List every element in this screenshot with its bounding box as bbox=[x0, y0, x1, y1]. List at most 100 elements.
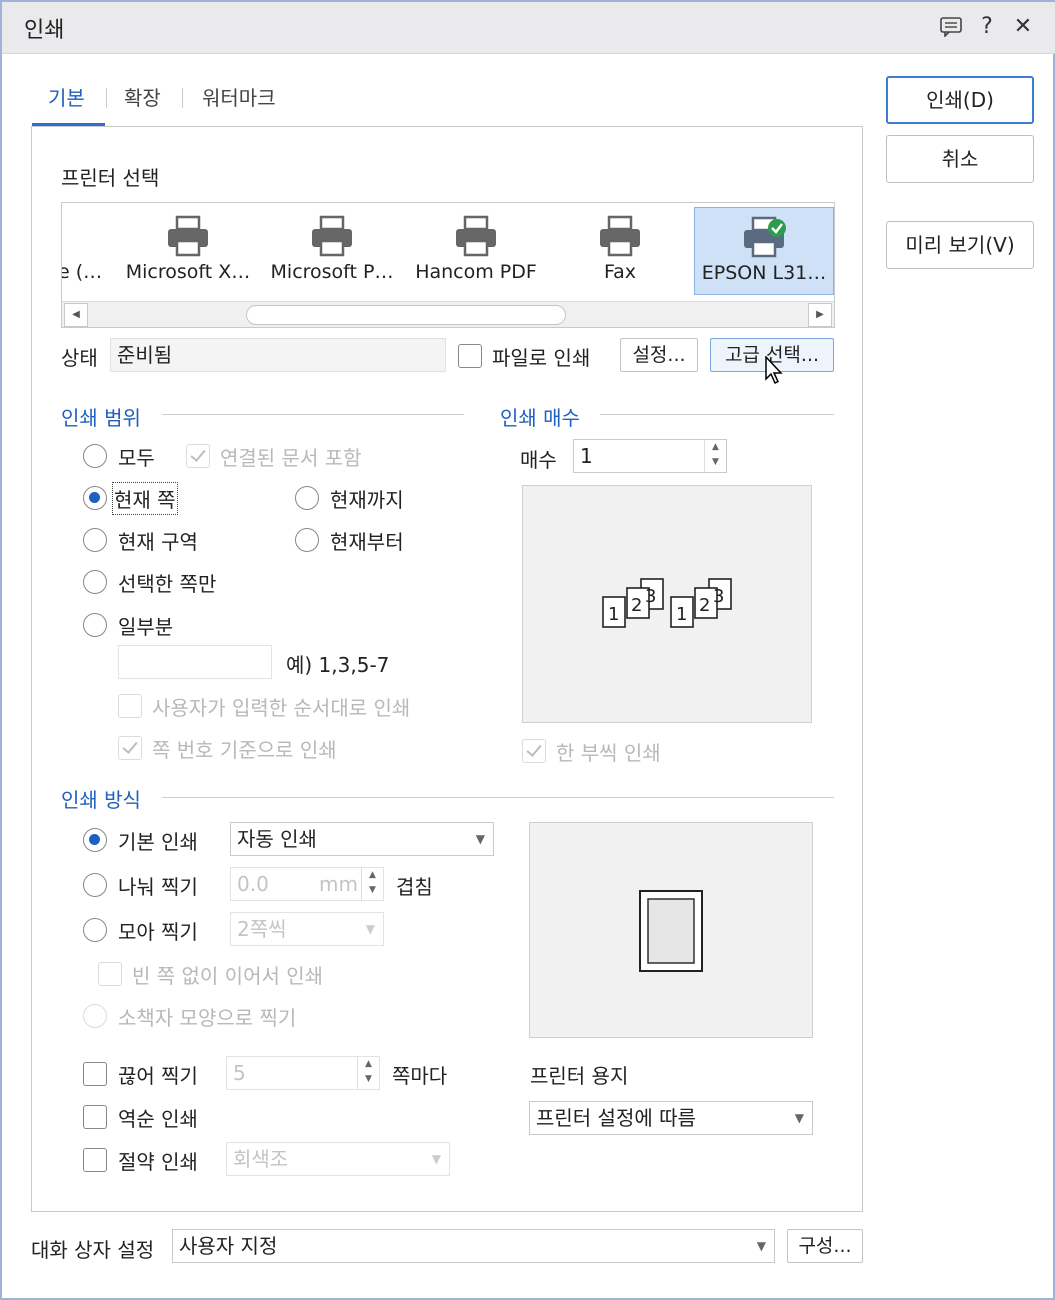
printer-select-heading: 프린터 선택 bbox=[61, 166, 160, 190]
section-divider bbox=[600, 414, 834, 415]
user-order-checkbox[interactable] bbox=[118, 694, 142, 718]
continuous-print-label: 빈 쪽 없이 이어서 인쇄 bbox=[132, 964, 324, 988]
gather-print-select[interactable]: 2쪽씩 ▼ bbox=[230, 912, 384, 946]
print-button[interactable]: 인쇄(D) bbox=[886, 76, 1034, 124]
chevron-down-icon: ▼ bbox=[794, 1111, 804, 1125]
range-selected-pages-radio[interactable] bbox=[83, 570, 107, 594]
print-dialog: 인쇄 ? ✕ 기본 확장 워터마크 인쇄(D) 취소 미리 보기(V) 프린터 … bbox=[0, 0, 1055, 1300]
dialog-settings-select[interactable]: 사용자 지정 ▼ bbox=[172, 1229, 775, 1263]
printer-item[interactable]: e (… bbox=[61, 207, 108, 295]
reverse-print-checkbox[interactable] bbox=[83, 1105, 107, 1129]
close-icon[interactable]: ✕ bbox=[1008, 12, 1038, 42]
copies-stepper[interactable]: 1 ▲ ▼ bbox=[573, 439, 727, 473]
preview-page-number: 2 bbox=[631, 595, 642, 616]
copies-heading: 인쇄 매수 bbox=[500, 406, 580, 430]
page-icon bbox=[639, 890, 703, 972]
split-print-radio[interactable] bbox=[83, 873, 107, 897]
scroll-thumb[interactable] bbox=[246, 305, 566, 325]
gather-selected: 2쪽씩 bbox=[237, 917, 287, 941]
printer-item[interactable]: Hancom PDF bbox=[408, 207, 544, 295]
fax-icon bbox=[600, 215, 640, 257]
preview-button[interactable]: 미리 보기(V) bbox=[886, 221, 1034, 269]
basic-print-select[interactable]: 자동 인쇄 ▼ bbox=[230, 822, 494, 856]
split-value: 0.0 bbox=[237, 872, 269, 896]
collate-checkbox[interactable] bbox=[522, 739, 546, 763]
collate-label: 한 부씩 인쇄 bbox=[556, 741, 661, 765]
printer-name: Hancom PDF bbox=[415, 261, 537, 283]
printer-list-scrollbar[interactable]: ◀ ▶ bbox=[62, 301, 834, 327]
printer-item[interactable]: Fax bbox=[552, 207, 688, 295]
range-from-current-label: 현재부터 bbox=[330, 530, 404, 554]
chevron-down-icon: ▼ bbox=[475, 832, 485, 846]
section-divider bbox=[162, 797, 834, 798]
configure-button[interactable]: 구성... bbox=[787, 1229, 863, 1263]
settings-button[interactable]: 설정... bbox=[620, 338, 698, 372]
include-linked-checkbox[interactable] bbox=[186, 444, 210, 468]
tab-basic[interactable]: 기본 bbox=[48, 82, 85, 111]
copies-spin-icon[interactable]: ▲ ▼ bbox=[704, 440, 726, 472]
preview-page-number: 1 bbox=[676, 604, 687, 625]
include-linked-label: 연결된 문서 포함 bbox=[220, 446, 362, 470]
range-current-section-label: 현재 구역 bbox=[118, 530, 198, 554]
tab-extended[interactable]: 확장 bbox=[124, 82, 161, 111]
paper-select[interactable]: 프린터 설정에 따름 ▼ bbox=[529, 1101, 813, 1135]
range-current-section-radio[interactable] bbox=[83, 528, 107, 552]
basic-print-selected: 자동 인쇄 bbox=[237, 827, 317, 851]
printer-item[interactable]: Microsoft P… bbox=[264, 207, 400, 295]
reverse-print-label: 역순 인쇄 bbox=[118, 1107, 198, 1131]
cancel-button[interactable]: 취소 bbox=[886, 135, 1034, 183]
tab-watermark[interactable]: 워터마크 bbox=[202, 82, 276, 111]
status-field: 준비됨 bbox=[110, 338, 446, 372]
page-number-order-checkbox[interactable] bbox=[118, 736, 142, 760]
printer-item[interactable]: Microsoft X… bbox=[120, 207, 256, 295]
chevron-down-icon: ▼ bbox=[431, 1152, 441, 1166]
printer-item-selected[interactable]: EPSON L31… bbox=[694, 207, 834, 295]
range-partial-radio[interactable] bbox=[83, 613, 107, 637]
booklet-radio[interactable] bbox=[83, 1004, 107, 1028]
break-pages-stepper[interactable]: 5 ▲ ▼ bbox=[226, 1056, 380, 1090]
printer-icon bbox=[312, 215, 352, 257]
status-label: 상태 bbox=[61, 346, 98, 370]
comment-icon[interactable] bbox=[936, 12, 966, 42]
break-print-checkbox[interactable] bbox=[83, 1062, 107, 1086]
range-up-to-current-radio[interactable] bbox=[295, 486, 319, 510]
split-overlap-stepper[interactable]: 0.0 mm ▲ ▼ bbox=[230, 867, 384, 901]
preview-page-number: 3 bbox=[645, 586, 656, 607]
break-value: 5 bbox=[233, 1061, 246, 1085]
continuous-print-checkbox[interactable] bbox=[98, 962, 122, 986]
basic-print-radio[interactable] bbox=[83, 828, 107, 852]
printer-list[interactable]: e (… Microsoft X… Microsoft P… Hancom PD… bbox=[61, 202, 835, 328]
range-all-label: 모두 bbox=[118, 446, 155, 470]
paper-selected: 프린터 설정에 따름 bbox=[536, 1106, 696, 1130]
saving-print-checkbox[interactable] bbox=[83, 1148, 107, 1172]
print-method-heading: 인쇄 방식 bbox=[61, 788, 141, 812]
user-order-label: 사용자가 입력한 순서대로 인쇄 bbox=[152, 696, 411, 720]
basic-print-label: 기본 인쇄 bbox=[118, 830, 198, 854]
scroll-left-icon[interactable]: ◀ bbox=[64, 303, 88, 327]
chevron-down-icon: ▼ bbox=[756, 1239, 766, 1253]
print-to-file-label: 파일로 인쇄 bbox=[492, 346, 591, 370]
break-print-label: 끊어 찍기 bbox=[118, 1064, 198, 1088]
page-range-input[interactable] bbox=[118, 645, 272, 679]
range-from-current-radio[interactable] bbox=[295, 528, 319, 552]
copies-preview: 3 2 1 3 2 1 bbox=[522, 485, 812, 723]
split-unit: mm bbox=[319, 872, 358, 896]
break-spin-icon[interactable]: ▲ ▼ bbox=[357, 1057, 379, 1089]
help-icon[interactable]: ? bbox=[972, 12, 1002, 42]
split-spin-icon[interactable]: ▲ ▼ bbox=[361, 868, 383, 900]
range-all-radio[interactable] bbox=[83, 444, 107, 468]
copies-label: 매수 bbox=[520, 448, 557, 472]
saving-mode-select[interactable]: 회색조 ▼ bbox=[226, 1142, 450, 1176]
print-to-file-checkbox[interactable] bbox=[458, 344, 482, 368]
default-printer-icon bbox=[744, 216, 786, 258]
preview-page-number: 3 bbox=[713, 586, 724, 607]
active-tab-indicator bbox=[32, 123, 105, 126]
window-title: 인쇄 bbox=[24, 18, 65, 43]
preview-page-number: 1 bbox=[608, 604, 619, 625]
gather-print-radio[interactable] bbox=[83, 918, 107, 942]
printer-name: Microsoft P… bbox=[270, 261, 394, 283]
mouse-cursor-icon bbox=[765, 356, 783, 385]
printer-name: e (… bbox=[61, 261, 103, 283]
range-current-page-radio[interactable] bbox=[83, 486, 107, 510]
scroll-right-icon[interactable]: ▶ bbox=[808, 303, 832, 327]
